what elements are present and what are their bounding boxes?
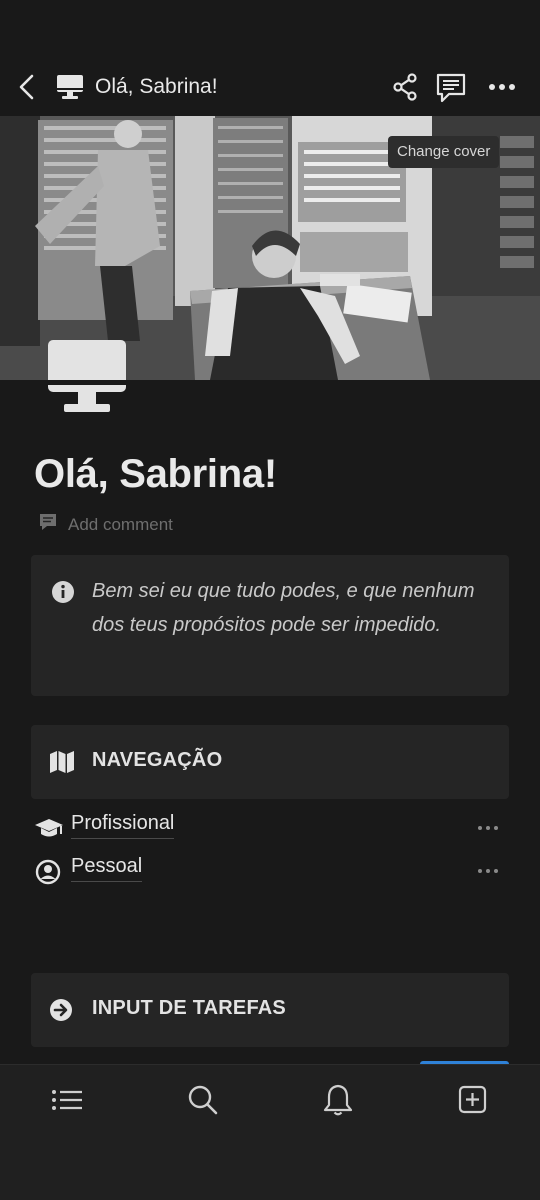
callout-text[interactable]: Bem sei eu que tudo podes, e que nenhum … xyxy=(92,574,492,642)
arrow-circle-right-icon xyxy=(49,998,75,1022)
more-options-icon[interactable] xyxy=(484,76,520,98)
navigation-label: NAVEGAÇÃO xyxy=(92,749,223,771)
more-options-icon[interactable] xyxy=(476,818,500,838)
page-link-pessoal[interactable]: Pessoal xyxy=(34,851,508,891)
change-cover-button[interactable]: Change cover xyxy=(388,136,500,168)
user-circle-icon xyxy=(34,859,64,885)
page-link-profissional[interactable]: Profissional xyxy=(34,808,508,848)
comment-icon xyxy=(38,512,58,537)
page-link-label[interactable]: Profissional xyxy=(71,812,175,839)
back-icon[interactable] xyxy=(12,70,42,104)
plus-square-icon[interactable] xyxy=(455,1083,491,1117)
comments-icon[interactable] xyxy=(434,72,468,104)
navigation-heading-block[interactable]: NAVEGAÇÃO xyxy=(31,725,509,799)
share-icon[interactable] xyxy=(390,72,420,102)
computer-icon xyxy=(56,74,84,100)
graduation-cap-icon xyxy=(34,816,64,842)
map-icon xyxy=(49,750,75,774)
callout-block[interactable]: Bem sei eu que tudo podes, e que nenhum … xyxy=(31,555,509,696)
page-title[interactable]: Olá, Sabrina! xyxy=(34,452,277,497)
add-comment-button[interactable]: Add comment xyxy=(38,512,173,537)
tasks-heading-block[interactable]: INPUT DE TAREFAS xyxy=(31,973,509,1047)
list-icon[interactable] xyxy=(49,1083,85,1117)
info-icon xyxy=(51,580,75,604)
tasks-label: INPUT DE TAREFAS xyxy=(92,997,286,1019)
computer-icon[interactable] xyxy=(46,338,128,418)
page-link-label[interactable]: Pessoal xyxy=(71,855,143,882)
add-comment-label: Add comment xyxy=(68,514,173,534)
more-options-icon[interactable] xyxy=(476,861,500,881)
search-icon[interactable] xyxy=(185,1083,221,1117)
top-bar: Olá, Sabrina! xyxy=(0,0,540,116)
bottom-navigation xyxy=(0,1064,540,1200)
bell-icon[interactable] xyxy=(320,1083,356,1117)
header-title: Olá, Sabrina! xyxy=(95,75,218,98)
